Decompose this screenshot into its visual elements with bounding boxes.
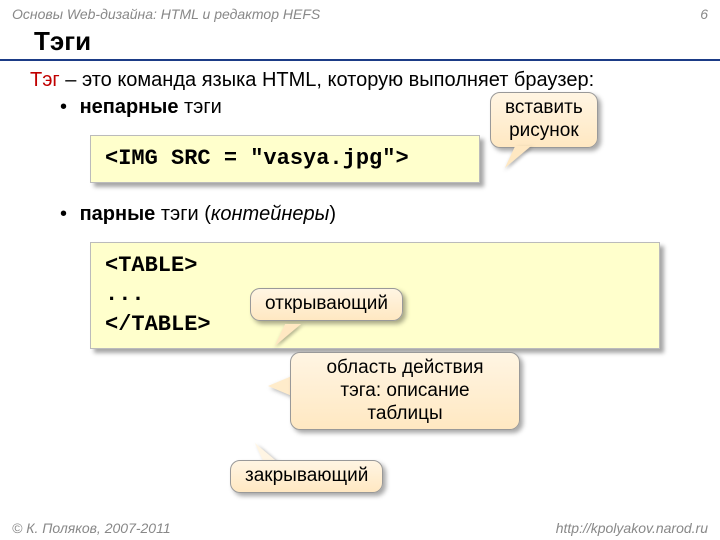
callout-tail-icon — [268, 376, 292, 396]
bullet1-rest: тэги — [178, 96, 221, 118]
footer-left: © К. Поляков, 2007-2011 — [12, 520, 171, 536]
bullet-dot-icon: • — [60, 201, 74, 228]
page-number: 6 — [700, 6, 708, 22]
slide-footer: © К. Поляков, 2007-2011 http://kpolyakov… — [0, 520, 720, 536]
definition-rest: – это команда языка HTML, которую выполн… — [60, 69, 594, 91]
bullet2-close: ) — [329, 203, 336, 225]
footer-right: http://kpolyakov.narod.ru — [556, 520, 708, 536]
callout-scope: область действия тэга: описание таблицы — [290, 352, 520, 430]
bullet2-italic: контейнеры — [211, 203, 329, 225]
slide-header: Основы Web-дизайна: HTML и редактор HEFS… — [0, 0, 720, 22]
callout-insert-image: вставить рисунок — [490, 92, 598, 148]
bullet2-bold: парные — [80, 203, 156, 225]
bullet2-rest: тэги ( — [155, 203, 211, 225]
callout-closing: закрывающий — [230, 460, 383, 493]
definition-line: Тэг – это команда языка HTML, которую вы… — [30, 67, 690, 94]
bullet-dot-icon: • — [60, 94, 74, 121]
callout-opening: открывающий — [250, 288, 403, 321]
header-left: Основы Web-дизайна: HTML и редактор HEFS — [12, 6, 320, 22]
code-block-img: <IMG SRC = "vasya.jpg"> — [90, 135, 480, 183]
term: Тэг — [30, 69, 60, 91]
bullet1-bold: непарные — [80, 96, 179, 118]
slide-title: Тэги — [0, 22, 720, 61]
bullet-2: • парные тэги (контейнеры) — [30, 201, 690, 228]
